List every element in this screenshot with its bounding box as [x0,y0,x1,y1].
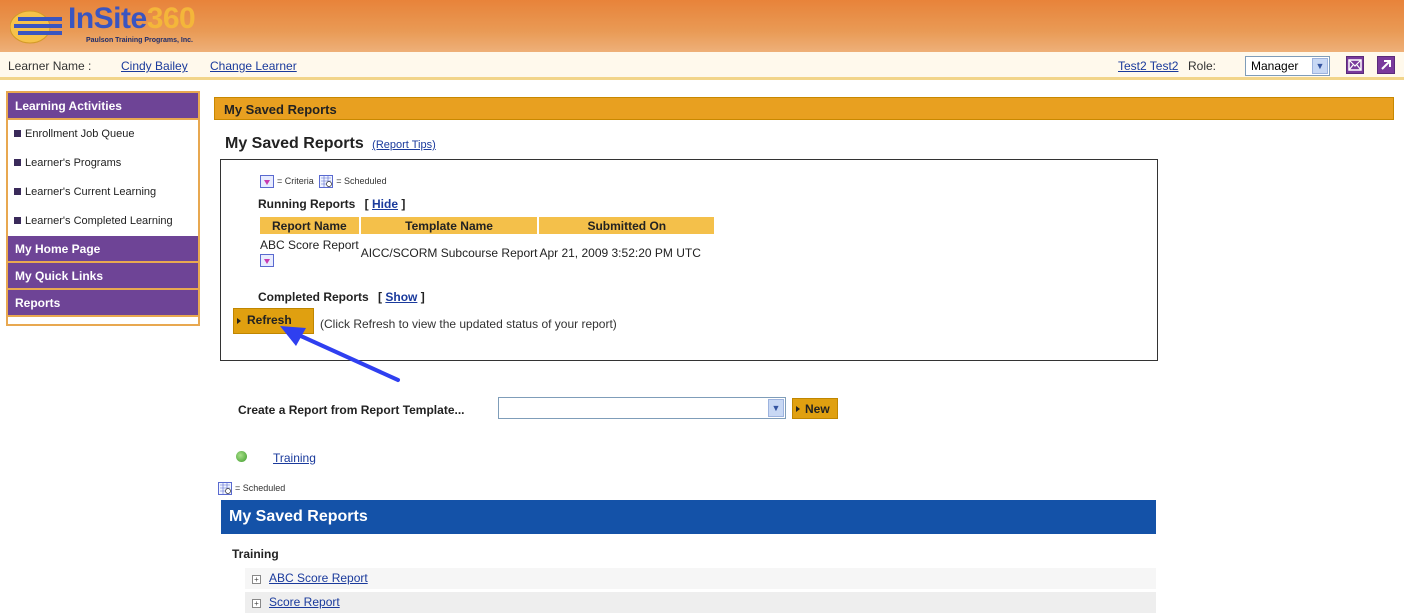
bullet-icon [14,187,21,195]
bullet-icon [14,216,21,224]
new-report-button[interactable]: New [792,398,838,419]
role-label: Role: [1188,59,1217,73]
criteria-icon[interactable] [260,254,274,267]
scheduled-icon [218,482,232,495]
bracket-close: ] [401,197,406,211]
saved-report-link[interactable]: Score Report [269,595,340,609]
hide-link[interactable]: Hide [372,197,398,211]
user-name-link[interactable]: Test2 Test2 [1118,59,1178,73]
sidebar-item-label: Enrollment Job Queue [25,128,135,140]
column-header-submitted-on: Submitted On [539,217,715,234]
logo-swoosh-icon [10,10,62,44]
saved-reports-header: My Saved Reports [221,500,1156,534]
list-item: + Score Report [245,592,1156,613]
cell-submitted-on: Apr 21, 2009 3:52:20 PM UTC [539,246,701,260]
table-row: ABC Score Report AICC/SCORM Subcourse Re… [260,234,714,270]
sidebar-item-label: Learner's Programs [25,157,122,169]
expand-icon[interactable]: + [252,599,261,608]
bracket-open: [ [364,197,369,211]
sidebar: Learning Activities Enrollment Job Queue… [6,91,200,326]
table-header-row: Report Name Template Name Submitted On [260,217,715,234]
cell-report-name: ABC Score Report [260,234,359,270]
top-header: InSite360 Paulson Training Programs, Inc… [0,0,1404,52]
arrow-right-icon [237,318,241,324]
role-select[interactable]: Manager ▼ [1245,56,1330,76]
completed-reports-text: Completed Reports [258,290,369,304]
scheduled-legend: = Scheduled [218,482,285,495]
sidebar-section-learning-activities[interactable]: Learning Activities [8,93,198,120]
saved-report-link[interactable]: ABC Score Report [269,571,368,585]
sidebar-item-label: Learner's Completed Learning [25,215,173,227]
icon-legend: = Criteria = Scheduled [257,175,387,188]
list-item: + ABC Score Report [245,568,1156,589]
running-reports-text: Running Reports [258,197,356,211]
column-header-report-name: Report Name [260,217,359,234]
brand-subtitle: Paulson Training Programs, Inc. [86,37,193,44]
learner-bar: Learner Name : Cindy Bailey Change Learn… [0,52,1404,80]
criteria-legend-text: = Criteria [277,175,314,186]
bullet-icon [14,129,21,137]
training-radio[interactable] [236,451,247,462]
sidebar-section-my-home-page[interactable]: My Home Page [8,236,198,263]
running-reports-label: Running Reports [ Hide ] [258,197,405,211]
scheduled-legend-text: = Scheduled [336,175,387,186]
running-reports-table: Report Name Template Name Submitted On A… [258,217,716,270]
brand-name: InSite360 [68,2,196,35]
sidebar-section-reports[interactable]: Reports [8,290,198,317]
sidebar-item-current-learning[interactable]: Learner's Current Learning [8,178,198,207]
completed-reports-label: Completed Reports [ Show ] [258,290,425,304]
role-select-value: Manager [1251,59,1299,73]
criteria-icon [260,175,274,188]
category-training: Training [232,547,279,561]
create-report-label: Create a Report from Report Template... [238,403,465,417]
report-template-select[interactable]: ▼ [498,397,786,419]
annotation-arrow-icon [280,326,400,382]
sidebar-section-my-quick-links[interactable]: My Quick Links [8,263,198,290]
chevron-down-icon[interactable]: ▼ [768,399,784,417]
sidebar-item-completed-learning[interactable]: Learner's Completed Learning [8,207,198,236]
change-learner-link[interactable]: Change Learner [210,59,297,73]
section-header: My Saved Reports [214,97,1394,120]
column-header-template-name: Template Name [360,217,538,234]
expand-icon[interactable]: + [252,575,261,584]
page-title-text: My Saved Reports [225,135,364,152]
learner-name-label: Learner Name : [8,59,92,73]
arrow-right-icon [796,406,800,412]
scheduled-legend-text: = Scheduled [235,482,286,493]
report-tips-link[interactable]: (Report Tips) [372,139,436,151]
training-link[interactable]: Training [273,451,316,465]
new-label: New [805,402,830,416]
cell-template-name: AICC/SCORM Subcourse Report [360,246,538,260]
sidebar-item-label: Learner's Current Learning [25,186,157,198]
mail-icon[interactable] [1346,56,1364,74]
external-link-icon[interactable] [1377,56,1395,74]
show-link[interactable]: Show [385,290,417,304]
insite360-logo[interactable]: InSite360 Paulson Training Programs, Inc… [10,2,235,50]
chevron-down-icon[interactable]: ▼ [1312,58,1328,74]
bracket-open: [ [378,290,383,304]
scheduled-icon [319,175,334,188]
learner-name-link[interactable]: Cindy Bailey [121,59,188,73]
sidebar-item-enrollment-job-queue[interactable]: Enrollment Job Queue [8,120,198,149]
page-title: My Saved Reports (Report Tips) [225,135,436,153]
bullet-icon [14,158,21,166]
bracket-close: ] [420,290,425,304]
report-name-text: ABC Score Report [260,238,359,252]
sidebar-item-learners-programs[interactable]: Learner's Programs [8,149,198,178]
